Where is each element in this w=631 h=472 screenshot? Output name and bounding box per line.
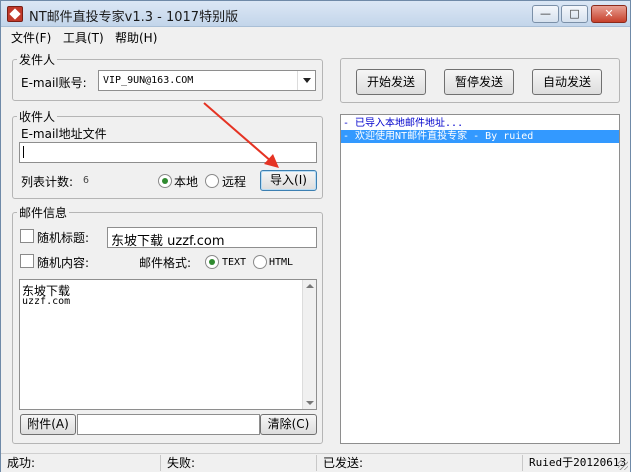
status-bar: 成功: 失败: 已发送: Ruied于20120613 [1,453,630,472]
maximize-button[interactable]: □ [561,5,588,23]
source-local-label: 本地 [174,175,199,189]
subject-input[interactable]: 东坡下载 uzzf.com [107,227,317,249]
app-logo-icon [7,6,23,22]
format-label: 邮件格式: [139,256,192,270]
address-file-label: E-mail地址文件 [21,127,107,141]
format-text-radio[interactable] [205,255,219,269]
random-content-label: 随机内容: [37,256,90,270]
status-sent: 已发送: [323,455,523,471]
account-label: E-mail账号: [21,76,87,90]
text-caret [23,146,24,158]
body-scrollbar[interactable] [302,280,316,409]
status-fail: 失败: [167,455,317,471]
subject-value: 东坡下载 uzzf.com [111,234,225,249]
mail-info-legend: 邮件信息 [19,206,68,220]
format-html-radio[interactable] [253,255,267,269]
scroll-up-icon[interactable] [306,284,314,288]
mail-body-line2: uzzf.com [22,296,71,307]
menu-help[interactable]: 帮助(H) [115,29,157,46]
format-text-label: TEXT [222,257,247,268]
app-window: NT邮件直投专家v1.3 - 1017特别版 — □ ✕ 文件(F) 工具(T)… [0,0,631,472]
status-success: 成功: [7,455,161,471]
scroll-down-icon[interactable] [306,401,314,405]
count-label: 列表计数: [21,175,74,189]
title-bar[interactable]: NT邮件直投专家v1.3 - 1017特别版 — □ ✕ [1,1,630,27]
auto-send-button[interactable]: 自动发送 [532,69,602,95]
annotation-arrow-icon [203,102,279,168]
menu-file[interactable]: 文件(F) [11,29,51,46]
source-remote-radio[interactable] [205,174,219,188]
count-value: 6 [83,175,90,186]
log-line-selected[interactable]: - 欢迎使用NT邮件直投专家 - By ruied [341,130,619,143]
close-button[interactable]: ✕ [591,5,627,23]
status-credit: Ruied于20120613 [529,456,627,469]
menu-tools[interactable]: 工具(T) [63,29,104,46]
sender-legend: 发件人 [19,53,56,67]
mail-body-textarea[interactable]: 东坡下载 uzzf.com [19,279,317,410]
menu-bar: 文件(F) 工具(T) 帮助(H) [1,27,630,46]
log-list[interactable]: - 已导入本地邮件地址... - 欢迎使用NT邮件直投专家 - By ruied [340,114,620,444]
receiver-legend: 收件人 [19,110,56,124]
resize-grip-icon[interactable] [618,460,628,470]
clear-button[interactable]: 清除(C) [260,414,317,435]
random-subject-checkbox[interactable] [20,229,34,243]
start-send-button[interactable]: 开始发送 [356,69,426,95]
source-local-radio[interactable] [158,174,172,188]
account-value: VIP_9UN@163.COM [103,75,194,86]
attach-button[interactable]: 附件(A) [20,414,76,435]
random-content-checkbox[interactable] [20,254,34,268]
window-title: NT邮件直投专家v1.3 - 1017特别版 [29,10,239,25]
account-dropdown[interactable]: VIP_9UN@163.COM [98,70,316,91]
minimize-button[interactable]: — [532,5,559,23]
pause-send-button[interactable]: 暂停发送 [444,69,514,95]
format-html-label: HTML [269,257,294,268]
log-line[interactable]: - 已导入本地邮件地址... [341,117,619,130]
chevron-down-icon[interactable] [297,71,315,90]
attachment-input[interactable] [77,414,260,435]
random-subject-label: 随机标题: [37,231,90,245]
